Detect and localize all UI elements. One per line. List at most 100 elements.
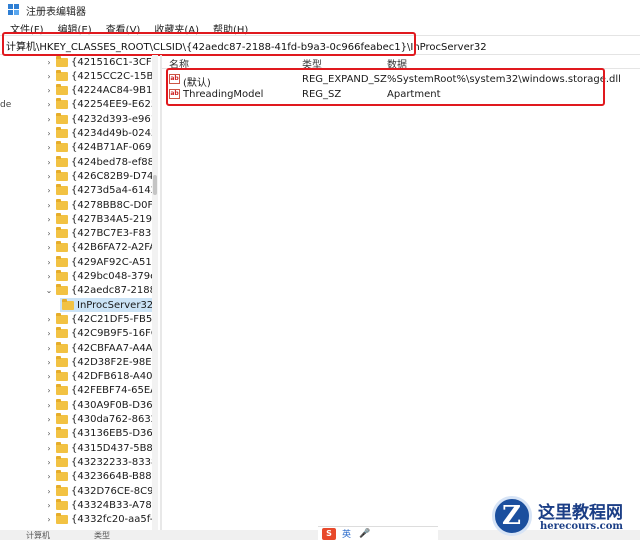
chevron-right-icon[interactable]: › bbox=[44, 415, 54, 424]
folder-icon bbox=[56, 141, 68, 153]
tree-item-clsid[interactable]: › {427B34A5-2199-4 bbox=[44, 212, 152, 226]
chevron-right-icon[interactable]: › bbox=[44, 472, 54, 481]
chevron-right-icon[interactable]: › bbox=[44, 315, 54, 324]
status-left: 计算机 bbox=[26, 531, 50, 540]
tree-item-clsid[interactable]: › {4232d393-e961-4 bbox=[44, 112, 152, 126]
tree-item-label: InProcServer32 bbox=[77, 299, 152, 311]
tree-item-clsid[interactable]: › {42DFB618-A403-4 bbox=[44, 370, 152, 384]
chevron-right-icon[interactable]: › bbox=[44, 487, 54, 496]
chevron-right-icon[interactable]: › bbox=[44, 272, 54, 281]
chevron-right-icon[interactable]: › bbox=[44, 501, 54, 510]
tree-item-clsid[interactable]: › {42FEBF74-65EA-4 bbox=[44, 384, 152, 398]
chevron-right-icon[interactable]: › bbox=[44, 243, 54, 252]
tree-item-label: {42B6FA72-A2FA-3 bbox=[71, 242, 152, 254]
tree-item-label: {4232d393-e961-4 bbox=[71, 113, 152, 125]
tree-item-clsid[interactable]: › {42C9B9F5-16FC-4 bbox=[44, 327, 152, 341]
tree-item-clsid[interactable]: ⌄ {42aedc87-2188-4 bbox=[44, 284, 152, 298]
folder-icon bbox=[56, 498, 68, 510]
chevron-right-icon[interactable]: › bbox=[44, 215, 54, 224]
tree-item-clsid[interactable]: › {4224AC84-9B11-3 bbox=[44, 84, 152, 98]
tree-item-label: {421516C1-3CF8-1 bbox=[71, 56, 152, 68]
tree-item-clsid[interactable]: › {421516C1-3CF8-1 bbox=[44, 55, 152, 69]
tree-item-clsid[interactable]: › {424bed78-ef88-4 bbox=[44, 155, 152, 169]
tree-item-label: {4315D437-5B8C-1 bbox=[71, 442, 152, 454]
chevron-right-icon[interactable]: › bbox=[44, 258, 54, 267]
folder-icon bbox=[56, 484, 68, 496]
chevron-right-icon[interactable]: › bbox=[44, 72, 54, 81]
values-highlight-box bbox=[166, 68, 605, 106]
chevron-right-icon[interactable]: › bbox=[44, 172, 54, 181]
tree-item-clsid[interactable]: › {4273d5a4-6142-4 bbox=[44, 184, 152, 198]
folder-icon bbox=[56, 384, 68, 396]
tree-item-clsid[interactable]: › {427BC7E3-F833-4 bbox=[44, 227, 152, 241]
chevron-right-icon[interactable]: › bbox=[44, 515, 54, 524]
folder-icon bbox=[56, 470, 68, 482]
tree-item-clsid[interactable]: › {42B6FA72-A2FA-3 bbox=[44, 241, 152, 255]
tree-item-clsid[interactable]: › {43136EB5-D36C-1 bbox=[44, 427, 152, 441]
tree-item-clsid[interactable]: › {4234d49b-0245-4 bbox=[44, 127, 152, 141]
folder-icon bbox=[56, 169, 68, 181]
value-list: 名称 类型 数据 ab (默认) REG_EXPAND_SZ %SystemRo… bbox=[162, 55, 640, 530]
tree-item-clsid[interactable]: › {4315D437-5B8C-1 bbox=[44, 441, 152, 455]
key-tree: › {421516C1-3CF8-1 › {4215CC2C-15B5-4 › {4224… bbox=[0, 55, 152, 530]
tree-item-clsid[interactable]: › {42D38F2E-98E9-4 bbox=[44, 355, 152, 369]
tree-scroll-thumb[interactable] bbox=[153, 175, 157, 195]
microphone-icon[interactable]: 🎤 bbox=[359, 529, 370, 539]
sogou-ime-icon[interactable]: S bbox=[322, 527, 336, 540]
chevron-down-icon[interactable]: ⌄ bbox=[44, 286, 54, 295]
tree-item-clsid[interactable]: › {424B71AF-0695-1 bbox=[44, 141, 152, 155]
tree-item-clsid[interactable]: › {42254EE9-E625-4 bbox=[44, 98, 152, 112]
folder-icon bbox=[56, 413, 68, 424]
tree-item-label: {43324B33-A78F-4 bbox=[71, 499, 152, 511]
chevron-right-icon[interactable]: › bbox=[44, 158, 54, 167]
chevron-right-icon[interactable]: › bbox=[44, 372, 54, 381]
chevron-right-icon[interactable]: › bbox=[44, 386, 54, 395]
chevron-right-icon[interactable]: › bbox=[44, 358, 54, 367]
chevron-right-icon[interactable]: › bbox=[44, 143, 54, 152]
chevron-right-icon[interactable]: › bbox=[44, 58, 54, 67]
chevron-right-icon[interactable]: › bbox=[44, 458, 54, 467]
folder-icon bbox=[56, 441, 68, 453]
chevron-right-icon[interactable]: › bbox=[44, 129, 54, 138]
tree-item-label: {42FEBF74-65EA-4 bbox=[71, 385, 152, 397]
chevron-right-icon[interactable]: › bbox=[44, 186, 54, 195]
tree-item-clsid[interactable]: › {42C21DF5-FB58-4 bbox=[44, 312, 152, 326]
tree-item-inprocserver32[interactable]: InProcServer32 bbox=[60, 298, 152, 313]
chevron-right-icon[interactable]: › bbox=[44, 100, 54, 109]
tree-item-clsid[interactable]: › {42CBFAA7-A4A7-4 bbox=[44, 341, 152, 355]
tree-item-clsid[interactable]: › {4278BB8C-D0FC-4 bbox=[44, 198, 152, 212]
chevron-right-icon[interactable]: › bbox=[44, 86, 54, 95]
tree-item-clsid[interactable]: › {430da762-8632-4 bbox=[44, 413, 152, 427]
chevron-right-icon[interactable]: › bbox=[44, 344, 54, 353]
folder-icon bbox=[62, 298, 74, 310]
tree-item-clsid[interactable]: › {43324B33-A78F-4 bbox=[44, 498, 152, 512]
list-header: 名称 类型 数据 bbox=[162, 55, 640, 71]
folder-icon bbox=[56, 155, 68, 167]
tree-item-clsid[interactable]: › {4215CC2C-15B5-4 bbox=[44, 69, 152, 83]
tree-scrollbar[interactable] bbox=[152, 55, 158, 530]
chevron-right-icon[interactable]: › bbox=[44, 201, 54, 210]
folder-icon bbox=[56, 84, 68, 96]
tree-item-clsid[interactable]: › {4332fc20-aa5f-4 bbox=[44, 513, 152, 527]
tree-item-clsid[interactable]: › {43232233-8338-4 bbox=[44, 455, 152, 469]
tree-item-clsid[interactable]: › {426C82B9-D74C-4 bbox=[44, 169, 152, 183]
tree-item-label: {4323664B-B884-4 bbox=[71, 471, 152, 483]
address-highlight-box bbox=[2, 32, 416, 56]
chevron-right-icon[interactable]: › bbox=[44, 229, 54, 238]
tree-item-label: {430da762-8632-4 bbox=[71, 414, 152, 425]
tree-item-clsid[interactable]: › {429bc048-379e-4 bbox=[44, 270, 152, 284]
tree-item-clsid[interactable]: › {429AF92C-A51F-1 bbox=[44, 255, 152, 269]
chevron-right-icon[interactable]: › bbox=[44, 401, 54, 410]
tree-item-label: {42C21DF5-FB58-4 bbox=[71, 313, 152, 325]
folder-icon bbox=[56, 513, 68, 525]
chevron-right-icon[interactable]: › bbox=[44, 444, 54, 453]
tree-item-clsid[interactable]: › {4323664B-B884-4 bbox=[44, 470, 152, 484]
ime-language[interactable]: 英 bbox=[342, 527, 351, 540]
registry-editor-icon bbox=[8, 4, 20, 16]
tree-item-clsid[interactable]: › {430A9F0B-D367-4 bbox=[44, 398, 152, 412]
chevron-right-icon[interactable]: › bbox=[44, 115, 54, 124]
chevron-right-icon[interactable]: › bbox=[44, 429, 54, 438]
window-title: 注册表编辑器 bbox=[26, 6, 86, 18]
chevron-right-icon[interactable]: › bbox=[44, 329, 54, 338]
tree-item-clsid[interactable]: › {432D76CE-8C9E-4 bbox=[44, 484, 152, 498]
